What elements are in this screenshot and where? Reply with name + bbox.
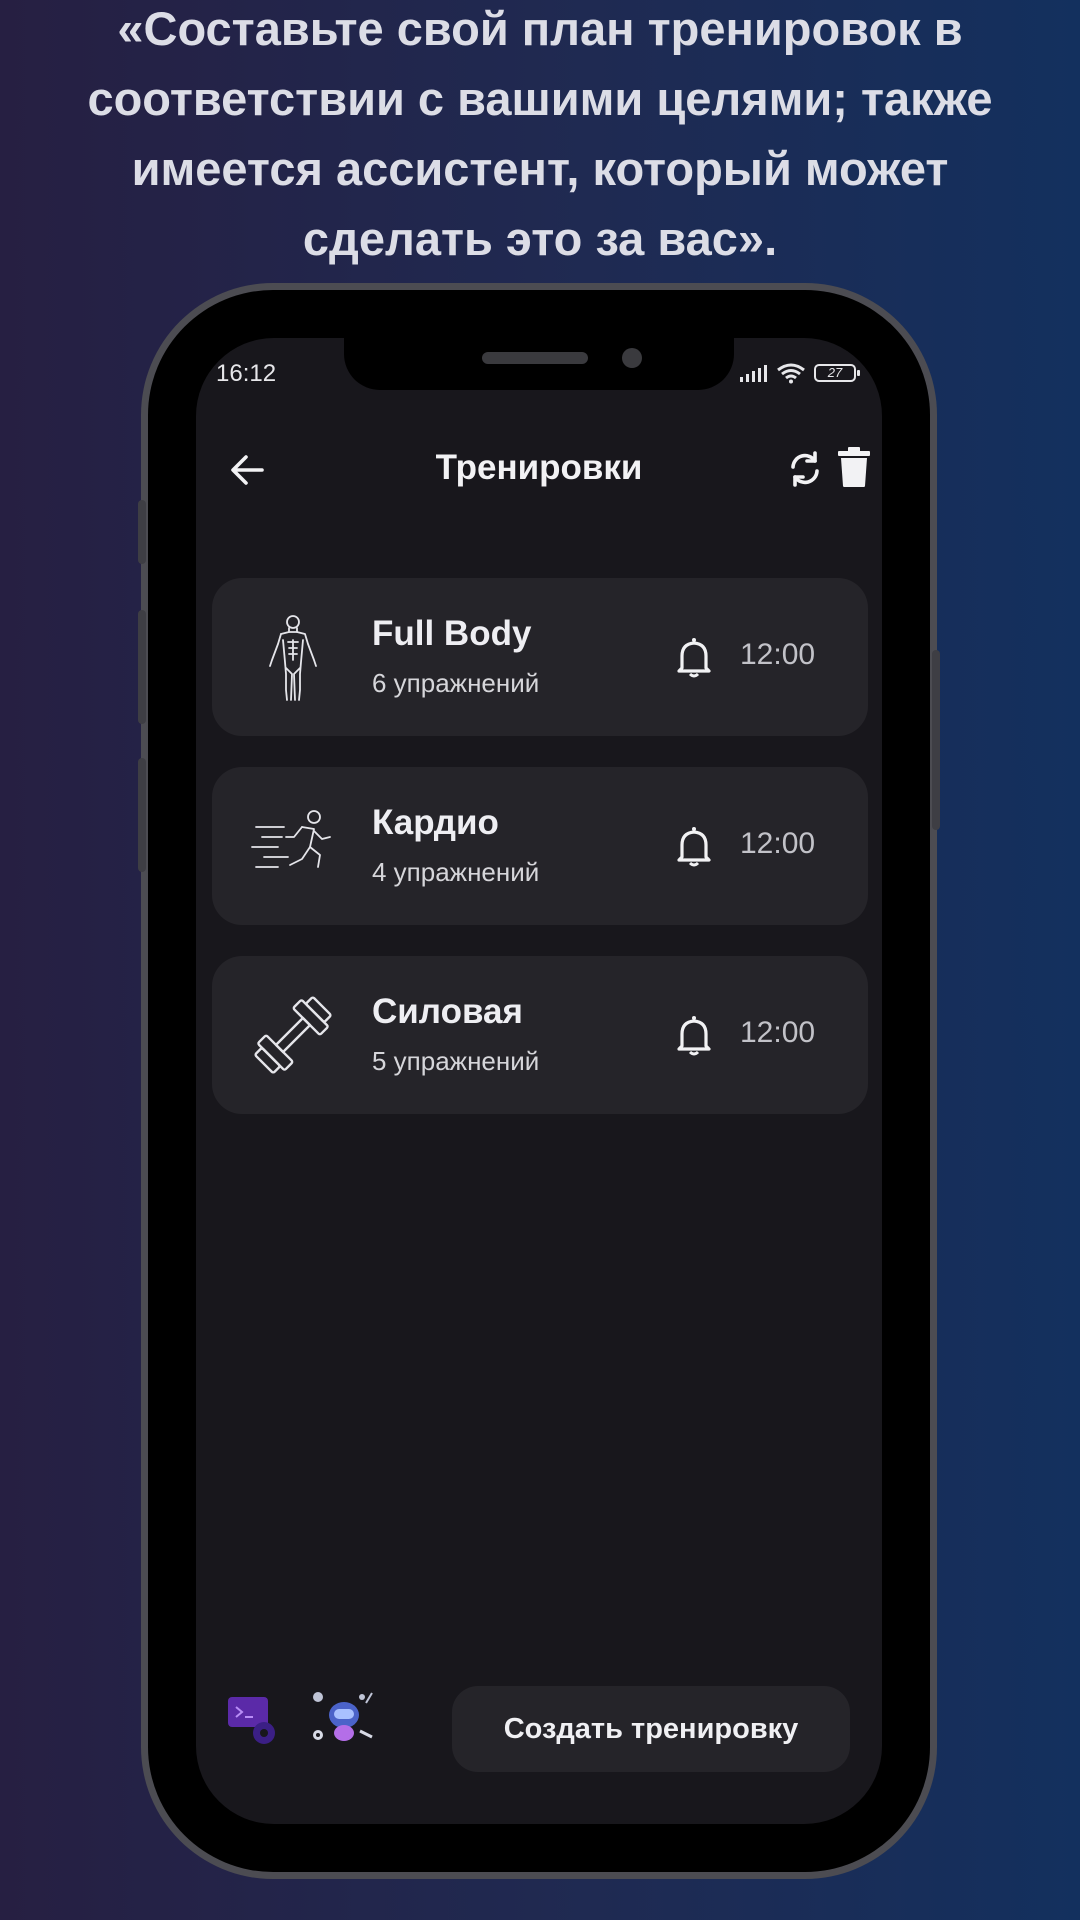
exercise-count: 6 упражнений xyxy=(372,668,540,698)
signal-icon xyxy=(740,365,767,382)
reminder-time: 12:00 xyxy=(740,1016,816,1049)
status-icons: 27 xyxy=(738,362,860,384)
workout-name: Кардио xyxy=(372,803,499,842)
status-time: 16:12 xyxy=(216,360,277,387)
battery-icon: 27 xyxy=(814,364,860,382)
workout-card-strength[interactable]: Силовая 5 упражнений 12:00 xyxy=(212,956,868,1114)
exercise-count: 5 упражнений xyxy=(372,1046,540,1076)
front-camera xyxy=(622,348,642,368)
reminder-time: 12:00 xyxy=(740,638,816,671)
promo-caption: «Составьте свой план тренировок в соотве… xyxy=(87,2,993,265)
workout-card-full-body[interactable]: Full Body 6 упражнений 12:00 xyxy=(212,578,868,736)
app-bar: Тренировки xyxy=(196,428,882,512)
running-person-icon xyxy=(251,810,331,868)
phone-mute-button xyxy=(138,500,146,564)
phone-screen: 16:12 27 Тренировки Full Body 6 упражнен… xyxy=(196,338,882,1824)
reminder-time: 12:00 xyxy=(740,827,816,860)
sync-icon[interactable] xyxy=(784,448,826,490)
trash-icon[interactable] xyxy=(836,446,872,488)
speaker xyxy=(482,352,588,364)
phone-volume-down-button xyxy=(138,758,146,872)
robot-assistant-icon[interactable] xyxy=(310,1689,378,1749)
phone-frame: 16:12 27 Тренировки Full Body 6 упражнен… xyxy=(138,290,940,1872)
phone-power-button xyxy=(932,650,940,830)
page-title: Тренировки xyxy=(435,448,643,487)
workout-name: Full Body xyxy=(372,614,532,653)
terminal-gear-icon[interactable] xyxy=(226,1693,280,1747)
bell-icon[interactable] xyxy=(674,825,714,867)
create-workout-button[interactable]: Создать тренировку xyxy=(452,1686,850,1772)
human-body-icon xyxy=(269,615,317,701)
exercise-count: 4 упражнений xyxy=(372,857,540,887)
bell-icon[interactable] xyxy=(674,1014,714,1056)
battery-level: 27 xyxy=(827,365,843,380)
wifi-icon xyxy=(777,363,805,384)
workout-name: Силовая xyxy=(372,992,523,1031)
workout-card-cardio[interactable]: Кардио 4 упражнений 12:00 xyxy=(212,767,868,925)
bell-icon[interactable] xyxy=(674,636,714,678)
dumbbell-icon xyxy=(254,996,332,1074)
notch xyxy=(344,338,734,390)
phone-volume-up-button xyxy=(138,610,146,724)
